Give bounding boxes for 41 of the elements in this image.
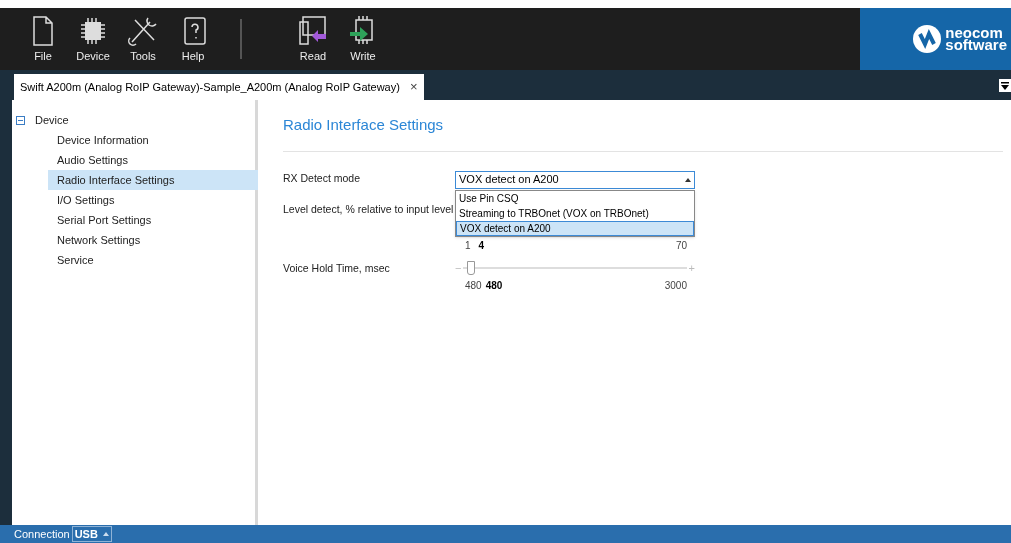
collapse-icon[interactable] bbox=[16, 115, 25, 125]
slider-value: 480 bbox=[485, 278, 503, 293]
dropdown-option[interactable]: VOX detect on A200 bbox=[456, 220, 694, 236]
tree-item[interactable]: I/O Settings bbox=[48, 190, 258, 210]
field-label: RX Detect mode bbox=[283, 170, 362, 186]
tab-menu-button[interactable] bbox=[999, 79, 1011, 92]
dropdown-option[interactable]: Streaming to TRBOnet (VOX on TRBOnet) bbox=[456, 205, 694, 221]
caret-icon bbox=[685, 177, 691, 182]
logo-text: neocom bbox=[945, 27, 1003, 39]
slider-track[interactable] bbox=[463, 261, 687, 276]
toolbar-button[interactable]: File bbox=[18, 13, 68, 65]
field-label: Voice Hold Time, msec bbox=[283, 260, 391, 276]
rx-detect-dropdown[interactable]: VOX detect on A200 bbox=[455, 170, 695, 189]
tree-item[interactable]: Network Settings bbox=[48, 230, 258, 250]
slider-min-label: 1 bbox=[465, 238, 471, 253]
toolbar-button[interactable]: Tools bbox=[118, 13, 168, 65]
tree-item[interactable]: Device Information bbox=[48, 130, 258, 150]
slider-thumb[interactable] bbox=[467, 261, 476, 275]
document-tab[interactable]: Swift A200m (Analog RoIP Gateway)-Sample_A200m (Analog RoIP Gateway) × bbox=[14, 74, 424, 100]
field-label: Level detect, % relative to input level bbox=[283, 201, 455, 217]
close-button[interactable]: × bbox=[409, 77, 418, 97]
slider-value: 4 bbox=[478, 238, 485, 253]
slider-max-label: 70 bbox=[675, 238, 687, 253]
page-title: Radio Interface Settings bbox=[283, 114, 1003, 152]
toolbar-button[interactable]: Device bbox=[68, 13, 118, 65]
slider-max-label: 3000 bbox=[664, 278, 687, 293]
tree-item[interactable]: Serial Port Settings bbox=[48, 210, 258, 230]
tree-item[interactable]: Service bbox=[48, 250, 258, 270]
tree-item[interactable]: Audio Settings bbox=[48, 150, 258, 170]
caret-icon bbox=[102, 532, 109, 536]
slider-min-label: 480 bbox=[465, 278, 482, 293]
toolbar-button[interactable]: Help bbox=[168, 13, 218, 65]
tree-item[interactable]: Radio Interface Settings bbox=[48, 170, 258, 190]
toolbar-button[interactable]: Write bbox=[338, 13, 388, 65]
tree-item[interactable]: Device bbox=[35, 111, 69, 129]
logo-icon bbox=[913, 25, 942, 53]
connection-dropdown[interactable]: USB bbox=[71, 526, 112, 542]
logo-text: software bbox=[945, 39, 1007, 51]
dropdown-option[interactable]: Use Pin CSQ bbox=[456, 190, 694, 206]
toolbar-button[interactable]: Read bbox=[288, 13, 338, 65]
status-label: Connection bbox=[14, 526, 70, 542]
